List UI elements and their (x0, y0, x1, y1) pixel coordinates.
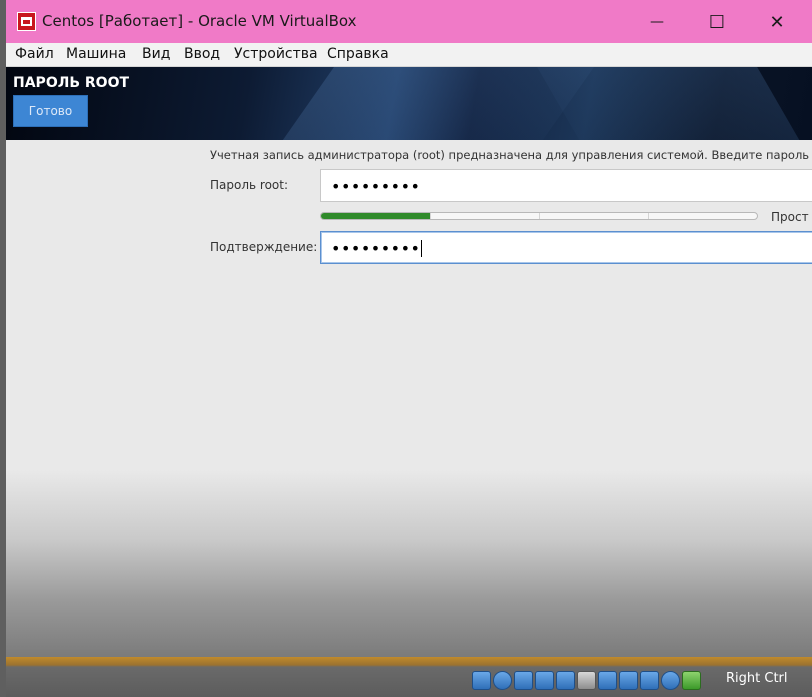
anaconda-header: ПАРОЛЬ ROOT Готово (6, 67, 812, 140)
close-button[interactable]: ✕ (754, 6, 800, 38)
menu-file[interactable]: Файл (15, 46, 54, 62)
password-strength-bar (320, 212, 758, 220)
menu-devices[interactable]: Устройства (234, 46, 318, 62)
shared-folders-icon[interactable] (577, 670, 596, 690)
recording-icon[interactable] (619, 670, 638, 690)
minimize-button[interactable]: — (634, 6, 680, 38)
confirm-password-input[interactable]: ••••••••• (320, 231, 812, 264)
password-label: Пароль root: (210, 178, 288, 192)
audio-icon[interactable] (514, 670, 533, 690)
confirm-mask: ••••••••• (331, 239, 423, 258)
window-title: Centos [Работает] - Oracle VM VirtualBox (42, 12, 357, 30)
root-password-input[interactable]: ••••••••• (320, 169, 812, 202)
hard-disk-icon[interactable] (472, 670, 491, 690)
menu-bar: Файл Машина Вид Ввод Устройства Справка (6, 43, 812, 67)
strength-segment-divider (430, 213, 431, 219)
maximize-button[interactable]: ☐ (694, 6, 740, 38)
mouse-integration-icon[interactable] (661, 670, 680, 690)
strength-segment-divider (648, 213, 649, 219)
cpu-icon[interactable] (640, 670, 659, 690)
maximize-icon: ☐ (708, 11, 726, 33)
usb-icon[interactable] (556, 670, 575, 690)
keyboard-icon[interactable] (682, 670, 701, 690)
device-tray (472, 668, 701, 692)
close-icon: ✕ (769, 11, 785, 33)
display-icon[interactable] (598, 670, 617, 690)
done-button[interactable]: Готово (13, 95, 88, 127)
strength-fill (321, 213, 430, 219)
strength-segment-divider (539, 213, 540, 219)
form-description: Учетная запись администратора (root) пре… (210, 148, 812, 162)
confirm-mask-text: ••••••••• (331, 239, 421, 258)
menu-help[interactable]: Справка (327, 46, 389, 62)
title-bar[interactable]: Centos [Работает] - Oracle VM VirtualBox… (6, 0, 812, 43)
page-title: ПАРОЛЬ ROOT (13, 75, 130, 91)
menu-input[interactable]: Ввод (184, 46, 220, 62)
root-password-form: Учетная запись администратора (root) пре… (6, 140, 812, 657)
strength-label: Прост (771, 210, 809, 224)
minimize-icon: — (650, 14, 664, 30)
password-mask: ••••••••• (331, 177, 421, 196)
text-caret (421, 240, 423, 257)
menu-machine[interactable]: Машина (66, 46, 126, 62)
optical-drive-icon[interactable] (493, 670, 512, 690)
network-icon[interactable] (535, 670, 554, 690)
virtualbox-app-icon (17, 12, 36, 31)
host-key-label: Right Ctrl (726, 671, 788, 686)
confirm-label: Подтверждение: (210, 240, 318, 254)
menu-view[interactable]: Вид (142, 46, 170, 62)
virtualbox-window: Centos [Работает] - Oracle VM VirtualBox… (6, 0, 812, 697)
